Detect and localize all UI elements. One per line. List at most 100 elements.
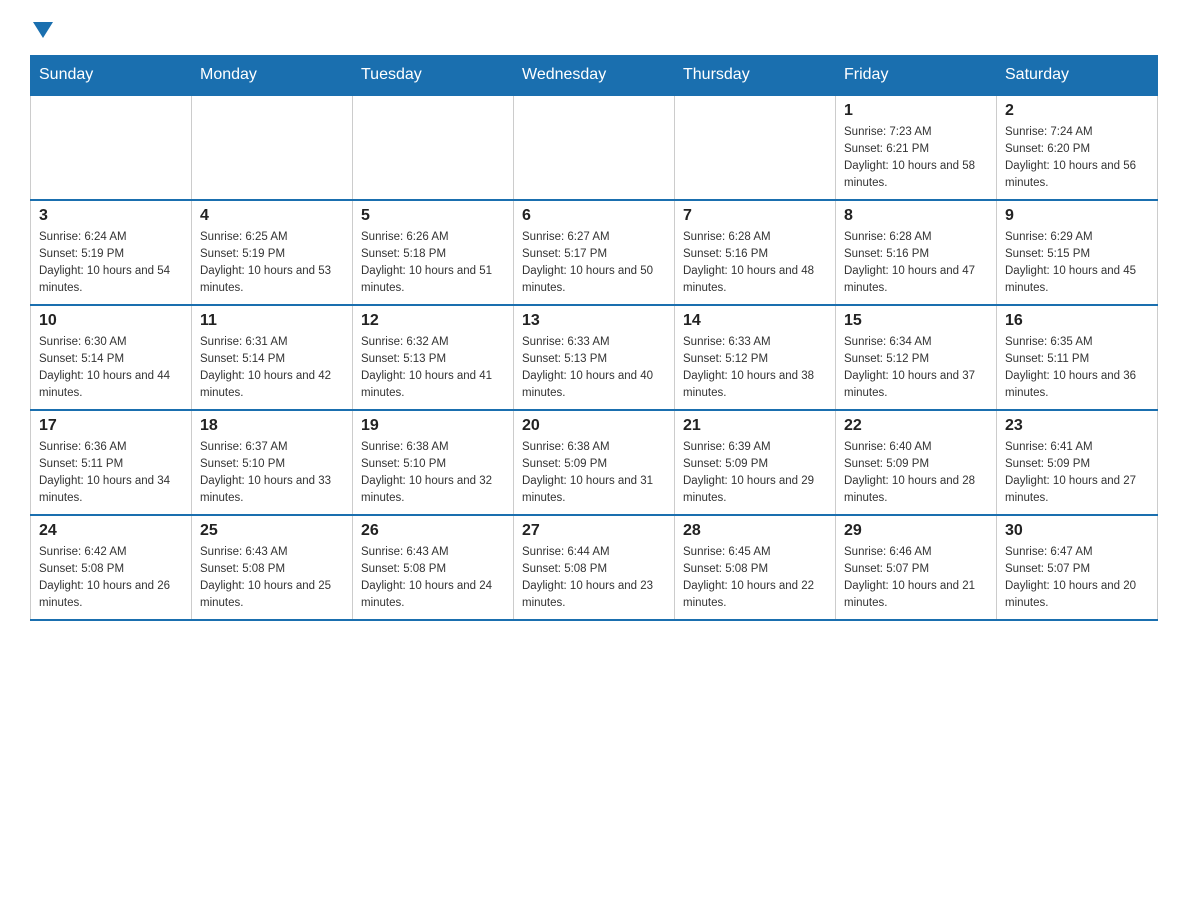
day-info: Sunrise: 6:38 AMSunset: 5:10 PMDaylight:…	[361, 439, 505, 508]
day-info: Sunrise: 6:33 AMSunset: 5:12 PMDaylight:…	[683, 334, 827, 403]
weekday-header-cell: Sunday	[31, 55, 192, 95]
calendar-week-row: 3 Sunrise: 6:24 AMSunset: 5:19 PMDaylight…	[31, 200, 1158, 305]
calendar-day-cell: 24 Sunrise: 6:42 AMSunset: 5:08 PMDayligh…	[31, 515, 192, 620]
day-info: Sunrise: 6:44 AMSunset: 5:08 PMDaylight:…	[522, 544, 666, 613]
day-info: Sunrise: 6:37 AMSunset: 5:10 PMDaylight:…	[200, 439, 344, 508]
day-number: 18	[200, 417, 344, 435]
day-number: 2	[1005, 102, 1149, 120]
day-info: Sunrise: 6:31 AMSunset: 5:14 PMDaylight:…	[200, 334, 344, 403]
calendar-day-cell	[31, 95, 192, 200]
calendar-day-cell	[675, 95, 836, 200]
day-info: Sunrise: 6:47 AMSunset: 5:07 PMDaylight:…	[1005, 544, 1149, 613]
calendar-day-cell: 11 Sunrise: 6:31 AMSunset: 5:14 PMDayligh…	[192, 305, 353, 410]
calendar-week-row: 17 Sunrise: 6:36 AMSunset: 5:11 PMDayligh…	[31, 410, 1158, 515]
day-info: Sunrise: 6:45 AMSunset: 5:08 PMDaylight:…	[683, 544, 827, 613]
day-number: 10	[39, 312, 183, 330]
weekday-header-cell: Saturday	[997, 55, 1158, 95]
calendar-day-cell: 10 Sunrise: 6:30 AMSunset: 5:14 PMDayligh…	[31, 305, 192, 410]
calendar-day-cell: 5 Sunrise: 6:26 AMSunset: 5:18 PMDaylight…	[353, 200, 514, 305]
calendar-day-cell: 30 Sunrise: 6:47 AMSunset: 5:07 PMDayligh…	[997, 515, 1158, 620]
day-number: 23	[1005, 417, 1149, 435]
page-header	[30, 20, 1158, 45]
day-number: 14	[683, 312, 827, 330]
weekday-header-cell: Monday	[192, 55, 353, 95]
day-number: 30	[1005, 522, 1149, 540]
day-info: Sunrise: 6:27 AMSunset: 5:17 PMDaylight:…	[522, 229, 666, 298]
day-info: Sunrise: 6:29 AMSunset: 5:15 PMDaylight:…	[1005, 229, 1149, 298]
day-number: 17	[39, 417, 183, 435]
day-number: 3	[39, 207, 183, 225]
day-number: 24	[39, 522, 183, 540]
weekday-header-cell: Wednesday	[514, 55, 675, 95]
day-info: Sunrise: 6:39 AMSunset: 5:09 PMDaylight:…	[683, 439, 827, 508]
logo-triangle-icon	[33, 20, 53, 40]
day-number: 13	[522, 312, 666, 330]
calendar-day-cell: 22 Sunrise: 6:40 AMSunset: 5:09 PMDayligh…	[836, 410, 997, 515]
calendar-day-cell: 4Sunrise: 6:25 AMSunset: 5:19 PMDaylight…	[192, 200, 353, 305]
day-number: 12	[361, 312, 505, 330]
day-info: Sunrise: 6:24 AMSunset: 5:19 PMDaylight:…	[39, 229, 183, 298]
day-number: 5	[361, 207, 505, 225]
calendar-day-cell: 28Sunrise: 6:45 AMSunset: 5:08 PMDayligh…	[675, 515, 836, 620]
day-info: Sunrise: 6:32 AMSunset: 5:13 PMDaylight:…	[361, 334, 505, 403]
day-info: Sunrise: 7:24 AMSunset: 6:20 PMDaylight:…	[1005, 124, 1149, 193]
calendar-table: SundayMondayTuesdayWednesdayThursdayFrid…	[30, 55, 1158, 621]
calendar-day-cell: 19 Sunrise: 6:38 AMSunset: 5:10 PMDayligh…	[353, 410, 514, 515]
day-info: Sunrise: 6:42 AMSunset: 5:08 PMDaylight:…	[39, 544, 183, 613]
weekday-header-cell: Friday	[836, 55, 997, 95]
day-number: 29	[844, 522, 988, 540]
calendar-week-row: 24 Sunrise: 6:42 AMSunset: 5:08 PMDayligh…	[31, 515, 1158, 620]
calendar-day-cell: 6 Sunrise: 6:27 AMSunset: 5:17 PMDaylight…	[514, 200, 675, 305]
calendar-day-cell: 7 Sunrise: 6:28 AMSunset: 5:16 PMDaylight…	[675, 200, 836, 305]
day-number: 25	[200, 522, 344, 540]
calendar-day-cell: 15 Sunrise: 6:34 AMSunset: 5:12 PMDayligh…	[836, 305, 997, 410]
day-info: Sunrise: 6:34 AMSunset: 5:12 PMDaylight:…	[844, 334, 988, 403]
day-info: Sunrise: 6:46 AMSunset: 5:07 PMDaylight:…	[844, 544, 988, 613]
day-number: 27	[522, 522, 666, 540]
calendar-day-cell: 2 Sunrise: 7:24 AMSunset: 6:20 PMDaylight…	[997, 95, 1158, 200]
day-number: 8	[844, 207, 988, 225]
day-number: 11	[200, 312, 344, 330]
calendar-day-cell: 3 Sunrise: 6:24 AMSunset: 5:19 PMDaylight…	[31, 200, 192, 305]
day-number: 1	[844, 102, 988, 120]
calendar-day-cell: 16 Sunrise: 6:35 AMSunset: 5:11 PMDayligh…	[997, 305, 1158, 410]
day-info: Sunrise: 6:35 AMSunset: 5:11 PMDaylight:…	[1005, 334, 1149, 403]
calendar-day-cell: 13Sunrise: 6:33 AMSunset: 5:13 PMDayligh…	[514, 305, 675, 410]
day-number: 15	[844, 312, 988, 330]
day-info: Sunrise: 6:41 AMSunset: 5:09 PMDaylight:…	[1005, 439, 1149, 508]
day-number: 19	[361, 417, 505, 435]
day-number: 21	[683, 417, 827, 435]
day-info: Sunrise: 6:43 AMSunset: 5:08 PMDaylight:…	[361, 544, 505, 613]
day-info: Sunrise: 6:30 AMSunset: 5:14 PMDaylight:…	[39, 334, 183, 403]
day-number: 9	[1005, 207, 1149, 225]
calendar-week-row: 10 Sunrise: 6:30 AMSunset: 5:14 PMDayligh…	[31, 305, 1158, 410]
day-info: Sunrise: 6:43 AMSunset: 5:08 PMDaylight:…	[200, 544, 344, 613]
day-number: 16	[1005, 312, 1149, 330]
calendar-day-cell: 20 Sunrise: 6:38 AMSunset: 5:09 PMDayligh…	[514, 410, 675, 515]
day-number: 20	[522, 417, 666, 435]
weekday-header-row: SundayMondayTuesdayWednesdayThursdayFrid…	[31, 55, 1158, 95]
day-number: 6	[522, 207, 666, 225]
day-number: 22	[844, 417, 988, 435]
calendar-day-cell: 29 Sunrise: 6:46 AMSunset: 5:07 PMDayligh…	[836, 515, 997, 620]
calendar-day-cell: 9 Sunrise: 6:29 AMSunset: 5:15 PMDaylight…	[997, 200, 1158, 305]
calendar-day-cell: 27 Sunrise: 6:44 AMSunset: 5:08 PMDayligh…	[514, 515, 675, 620]
day-number: 7	[683, 207, 827, 225]
calendar-day-cell: 18 Sunrise: 6:37 AMSunset: 5:10 PMDayligh…	[192, 410, 353, 515]
calendar-day-cell: 17 Sunrise: 6:36 AMSunset: 5:11 PMDayligh…	[31, 410, 192, 515]
day-info: Sunrise: 6:28 AMSunset: 5:16 PMDaylight:…	[844, 229, 988, 298]
calendar-day-cell: 26Sunrise: 6:43 AMSunset: 5:08 PMDayligh…	[353, 515, 514, 620]
day-info: Sunrise: 6:36 AMSunset: 5:11 PMDaylight:…	[39, 439, 183, 508]
day-info: Sunrise: 6:38 AMSunset: 5:09 PMDaylight:…	[522, 439, 666, 508]
calendar-day-cell: 1Sunrise: 7:23 AMSunset: 6:21 PMDaylight…	[836, 95, 997, 200]
calendar-day-cell	[192, 95, 353, 200]
weekday-header-cell: Thursday	[675, 55, 836, 95]
calendar-day-cell: 21 Sunrise: 6:39 AMSunset: 5:09 PMDayligh…	[675, 410, 836, 515]
day-info: Sunrise: 6:40 AMSunset: 5:09 PMDaylight:…	[844, 439, 988, 508]
calendar-day-cell: 23 Sunrise: 6:41 AMSunset: 5:09 PMDayligh…	[997, 410, 1158, 515]
day-info: Sunrise: 6:26 AMSunset: 5:18 PMDaylight:…	[361, 229, 505, 298]
calendar-day-cell	[514, 95, 675, 200]
calendar-week-row: 1Sunrise: 7:23 AMSunset: 6:21 PMDaylight…	[31, 95, 1158, 200]
day-info: Sunrise: 6:28 AMSunset: 5:16 PMDaylight:…	[683, 229, 827, 298]
calendar-day-cell: 25 Sunrise: 6:43 AMSunset: 5:08 PMDayligh…	[192, 515, 353, 620]
